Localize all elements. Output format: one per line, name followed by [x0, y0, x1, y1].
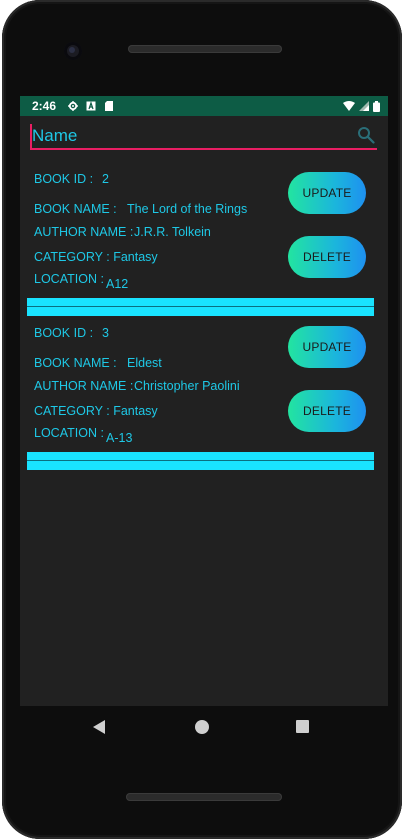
book-name-label: BOOK NAME :: [34, 202, 117, 216]
category-label: CATEGORY :: [34, 250, 110, 264]
status-time: 2:46: [32, 99, 57, 113]
delete-button[interactable]: DELETE: [288, 236, 366, 278]
navigation-bar: [18, 706, 386, 748]
signal-icon: [359, 101, 369, 111]
book-name-value: The Lord of the Rings: [127, 202, 248, 216]
book-id-row: BOOK ID : 3: [34, 326, 109, 340]
settings-icon: [68, 101, 79, 111]
a-icon: [86, 101, 96, 111]
location-value: A-13: [106, 431, 133, 445]
author-name-label: AUTHOR NAME :: [34, 225, 134, 239]
card-divider: [27, 452, 374, 470]
book-card: BOOK ID : 3 BOOK NAME : Eldest AUTHOR NA…: [20, 316, 388, 470]
delete-button[interactable]: DELETE: [288, 390, 366, 432]
status-right-icons: [343, 100, 380, 112]
location-label: LOCATION :: [34, 272, 104, 286]
search-input[interactable]: [30, 124, 350, 148]
book-card: BOOK ID : 2 BOOK NAME : The Lord of the …: [20, 162, 388, 316]
author-name-label: AUTHOR NAME :: [34, 379, 134, 393]
search-icon[interactable]: [357, 126, 375, 144]
book-id-label: BOOK ID :: [34, 172, 94, 186]
book-id-label: BOOK ID :: [34, 326, 94, 340]
home-icon[interactable]: [195, 720, 209, 734]
location-value: A12: [106, 277, 129, 291]
phone-frame: 2:46 Name BOOK ID: 2 BOOK NAME: The Lo…: [2, 0, 402, 839]
category-value: Fantasy: [113, 250, 158, 264]
category-value: Fantasy: [113, 404, 158, 418]
bottom-speaker: [126, 793, 282, 801]
location-row: LOCATION : A12: [34, 272, 128, 291]
sd-card-icon: [105, 101, 114, 111]
recents-icon[interactable]: [296, 720, 309, 733]
category-label: CATEGORY :: [34, 404, 110, 418]
wifi-icon: [343, 101, 355, 111]
category-row: CATEGORY : Fantasy: [34, 250, 158, 264]
battery-icon: [373, 100, 380, 112]
update-button[interactable]: UPDATE: [288, 326, 366, 368]
update-button[interactable]: UPDATE: [288, 172, 366, 214]
book-name-row: BOOK NAME : Eldest: [34, 356, 162, 370]
search-bar: [30, 124, 377, 150]
book-name-row: BOOK NAME : The Lord of the Rings: [34, 202, 247, 216]
location-label: LOCATION :: [34, 426, 104, 440]
top-speaker: [128, 45, 282, 53]
card-divider: [27, 298, 374, 316]
book-id-value: 3: [102, 326, 109, 340]
book-name-label: BOOK NAME :: [34, 356, 117, 370]
app-screen: 2:46 Name BOOK ID: 2 BOOK NAME: The Lo…: [20, 96, 388, 706]
front-camera: [64, 42, 82, 60]
book-id-row: BOOK ID : 2: [34, 172, 109, 186]
author-name-value: J.R.R. Tolkein: [134, 225, 211, 239]
author-name-row: AUTHOR NAME : J.R.R. Tolkein: [34, 225, 211, 239]
author-name-row: AUTHOR NAME : Christopher Paolini: [34, 379, 240, 393]
location-row: LOCATION : A-13: [34, 426, 132, 445]
back-icon[interactable]: [92, 720, 106, 734]
status-bar: 2:46: [20, 96, 388, 116]
book-name-value: Eldest: [127, 356, 162, 370]
category-row: CATEGORY : Fantasy: [34, 404, 158, 418]
book-id-value: 2: [102, 172, 109, 186]
author-name-value: Christopher Paolini: [134, 379, 240, 393]
